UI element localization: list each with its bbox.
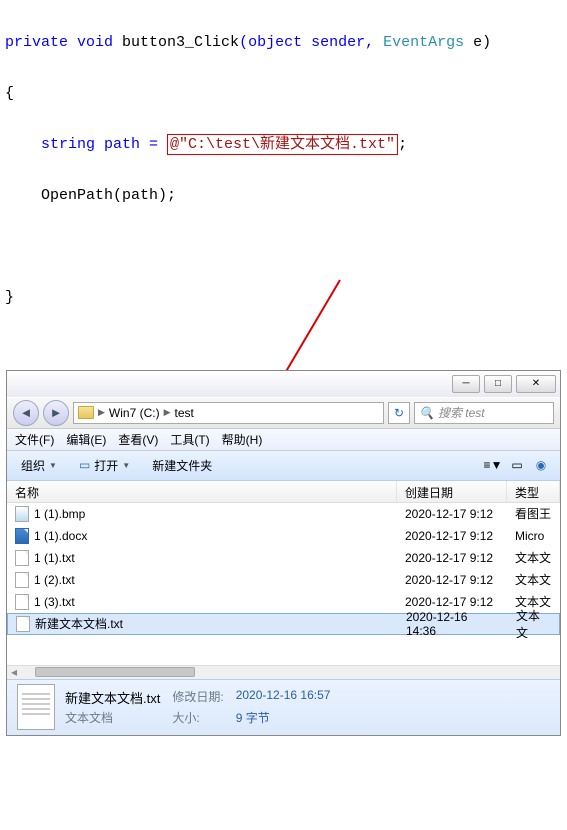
close-button[interactable]: ✕	[516, 375, 556, 393]
column-header-name[interactable]: 名称	[7, 481, 397, 502]
file-type: 文本文	[508, 604, 559, 644]
menu-file[interactable]: 文件(F)	[15, 431, 54, 448]
view-options-button[interactable]: ≡▼	[482, 454, 504, 476]
file-type: 文本文	[507, 546, 560, 569]
window-titlebar[interactable]: ─ □ ✕	[7, 371, 560, 397]
file-row[interactable]: 新建文本文档.txt2020-12-16 14:36文本文	[7, 613, 560, 635]
file-name: 新建文本文档.txt	[35, 615, 123, 632]
refresh-button[interactable]: ↻	[388, 402, 410, 424]
file-row[interactable]: 1 (1).bmp 2020-12-17 9:12看图王	[7, 503, 560, 525]
search-icon: 🔍	[419, 406, 434, 420]
code-editor: private void button3_Click(object sender…	[0, 0, 567, 340]
address-bar[interactable]: ▶ Win7 (C:) ▶ test	[73, 402, 384, 424]
file-type: Micro	[507, 526, 560, 546]
keyword: private void	[5, 34, 122, 51]
file-date: 2020-12-17 9:12	[397, 570, 507, 590]
file-name: 1 (1).docx	[34, 529, 87, 543]
maximize-button[interactable]: □	[484, 375, 512, 393]
search-placeholder: 搜索 test	[438, 404, 485, 421]
file-row[interactable]: 1 (1).docx 2020-12-17 9:12Micro	[7, 525, 560, 547]
new-folder-button[interactable]: 新建文件夹	[146, 455, 218, 476]
file-date: 2020-12-17 9:12	[397, 526, 507, 546]
chevron-down-icon: ▼	[49, 461, 57, 470]
file-date: 2020-12-16 14:36	[398, 607, 508, 641]
details-pane: 新建文本文档.txt 修改日期: 2020-12-16 16:57 文本文档 大…	[7, 679, 560, 735]
column-header-date[interactable]: 创建日期	[397, 481, 507, 502]
file-name: 1 (1).bmp	[34, 507, 85, 521]
horizontal-scrollbar[interactable]: ◂	[7, 665, 560, 679]
file-name: 1 (3).txt	[34, 595, 75, 609]
column-headers: 名称 创建日期 类型	[7, 481, 560, 503]
organize-button[interactable]: 组织▼	[15, 455, 63, 476]
details-size-value: 9 字节	[236, 709, 331, 726]
file-icon	[15, 572, 29, 588]
file-name: 1 (1).txt	[34, 551, 75, 565]
file-type: 看图王	[507, 502, 560, 525]
highlighted-path-string: @"C:\test\新建文本文档.txt"	[167, 134, 398, 155]
details-filename: 新建文本文档.txt	[65, 688, 160, 707]
chevron-right-icon[interactable]: ▶	[164, 407, 171, 418]
menu-edit[interactable]: 编辑(E)	[66, 431, 106, 448]
file-name: 1 (2).txt	[34, 573, 75, 587]
toolbar: 组织▼ ▭打开▼ 新建文件夹 ≡▼ ▭ ◉	[7, 451, 560, 481]
preview-pane-button[interactable]: ▭	[506, 454, 528, 476]
details-filetype: 文本文档	[65, 709, 160, 726]
file-icon	[16, 616, 30, 632]
file-icon	[17, 684, 55, 730]
search-input[interactable]: 🔍 搜索 test	[414, 402, 554, 424]
file-date: 2020-12-17 9:12	[397, 504, 507, 524]
details-size-label: 大小:	[172, 709, 223, 726]
menu-view[interactable]: 查看(V)	[118, 431, 158, 448]
file-icon	[15, 506, 29, 522]
column-header-type[interactable]: 类型	[507, 481, 560, 502]
file-icon	[15, 550, 29, 566]
minimize-button[interactable]: ─	[452, 375, 480, 393]
file-row[interactable]: 1 (1).txt2020-12-17 9:12文本文	[7, 547, 560, 569]
scrollbar-thumb[interactable]	[35, 667, 195, 677]
menu-bar: 文件(F) 编辑(E) 查看(V) 工具(T) 帮助(H)	[7, 429, 560, 451]
file-explorer-window: ─ □ ✕ ◄ ► ▶ Win7 (C:) ▶ test ↻ 🔍 搜索 test…	[6, 370, 561, 736]
file-list: 名称 创建日期 类型 1 (1).bmp2020-12-17 9:12看图王1 …	[7, 481, 560, 679]
file-icon	[15, 594, 29, 610]
file-type: 文本文	[507, 568, 560, 591]
chevron-right-icon[interactable]: ▶	[98, 407, 105, 418]
open-button[interactable]: ▭打开▼	[73, 455, 136, 476]
menu-tools[interactable]: 工具(T)	[170, 431, 209, 448]
nav-forward-button[interactable]: ►	[43, 400, 69, 426]
file-icon	[15, 528, 29, 544]
breadcrumb-folder[interactable]: test	[175, 406, 194, 420]
nav-back-button[interactable]: ◄	[13, 400, 39, 426]
chevron-down-icon: ▼	[122, 461, 130, 470]
details-modified-label: 修改日期:	[172, 688, 223, 707]
navigation-bar: ◄ ► ▶ Win7 (C:) ▶ test ↻ 🔍 搜索 test	[7, 397, 560, 429]
help-button[interactable]: ◉	[530, 454, 552, 476]
folder-icon	[78, 406, 94, 419]
details-modified-value: 2020-12-16 16:57	[236, 688, 331, 707]
menu-help[interactable]: 帮助(H)	[222, 431, 263, 448]
file-row[interactable]: 1 (2).txt 2020-12-17 9:12文本文	[7, 569, 560, 591]
breadcrumb-drive[interactable]: Win7 (C:)	[109, 406, 160, 420]
